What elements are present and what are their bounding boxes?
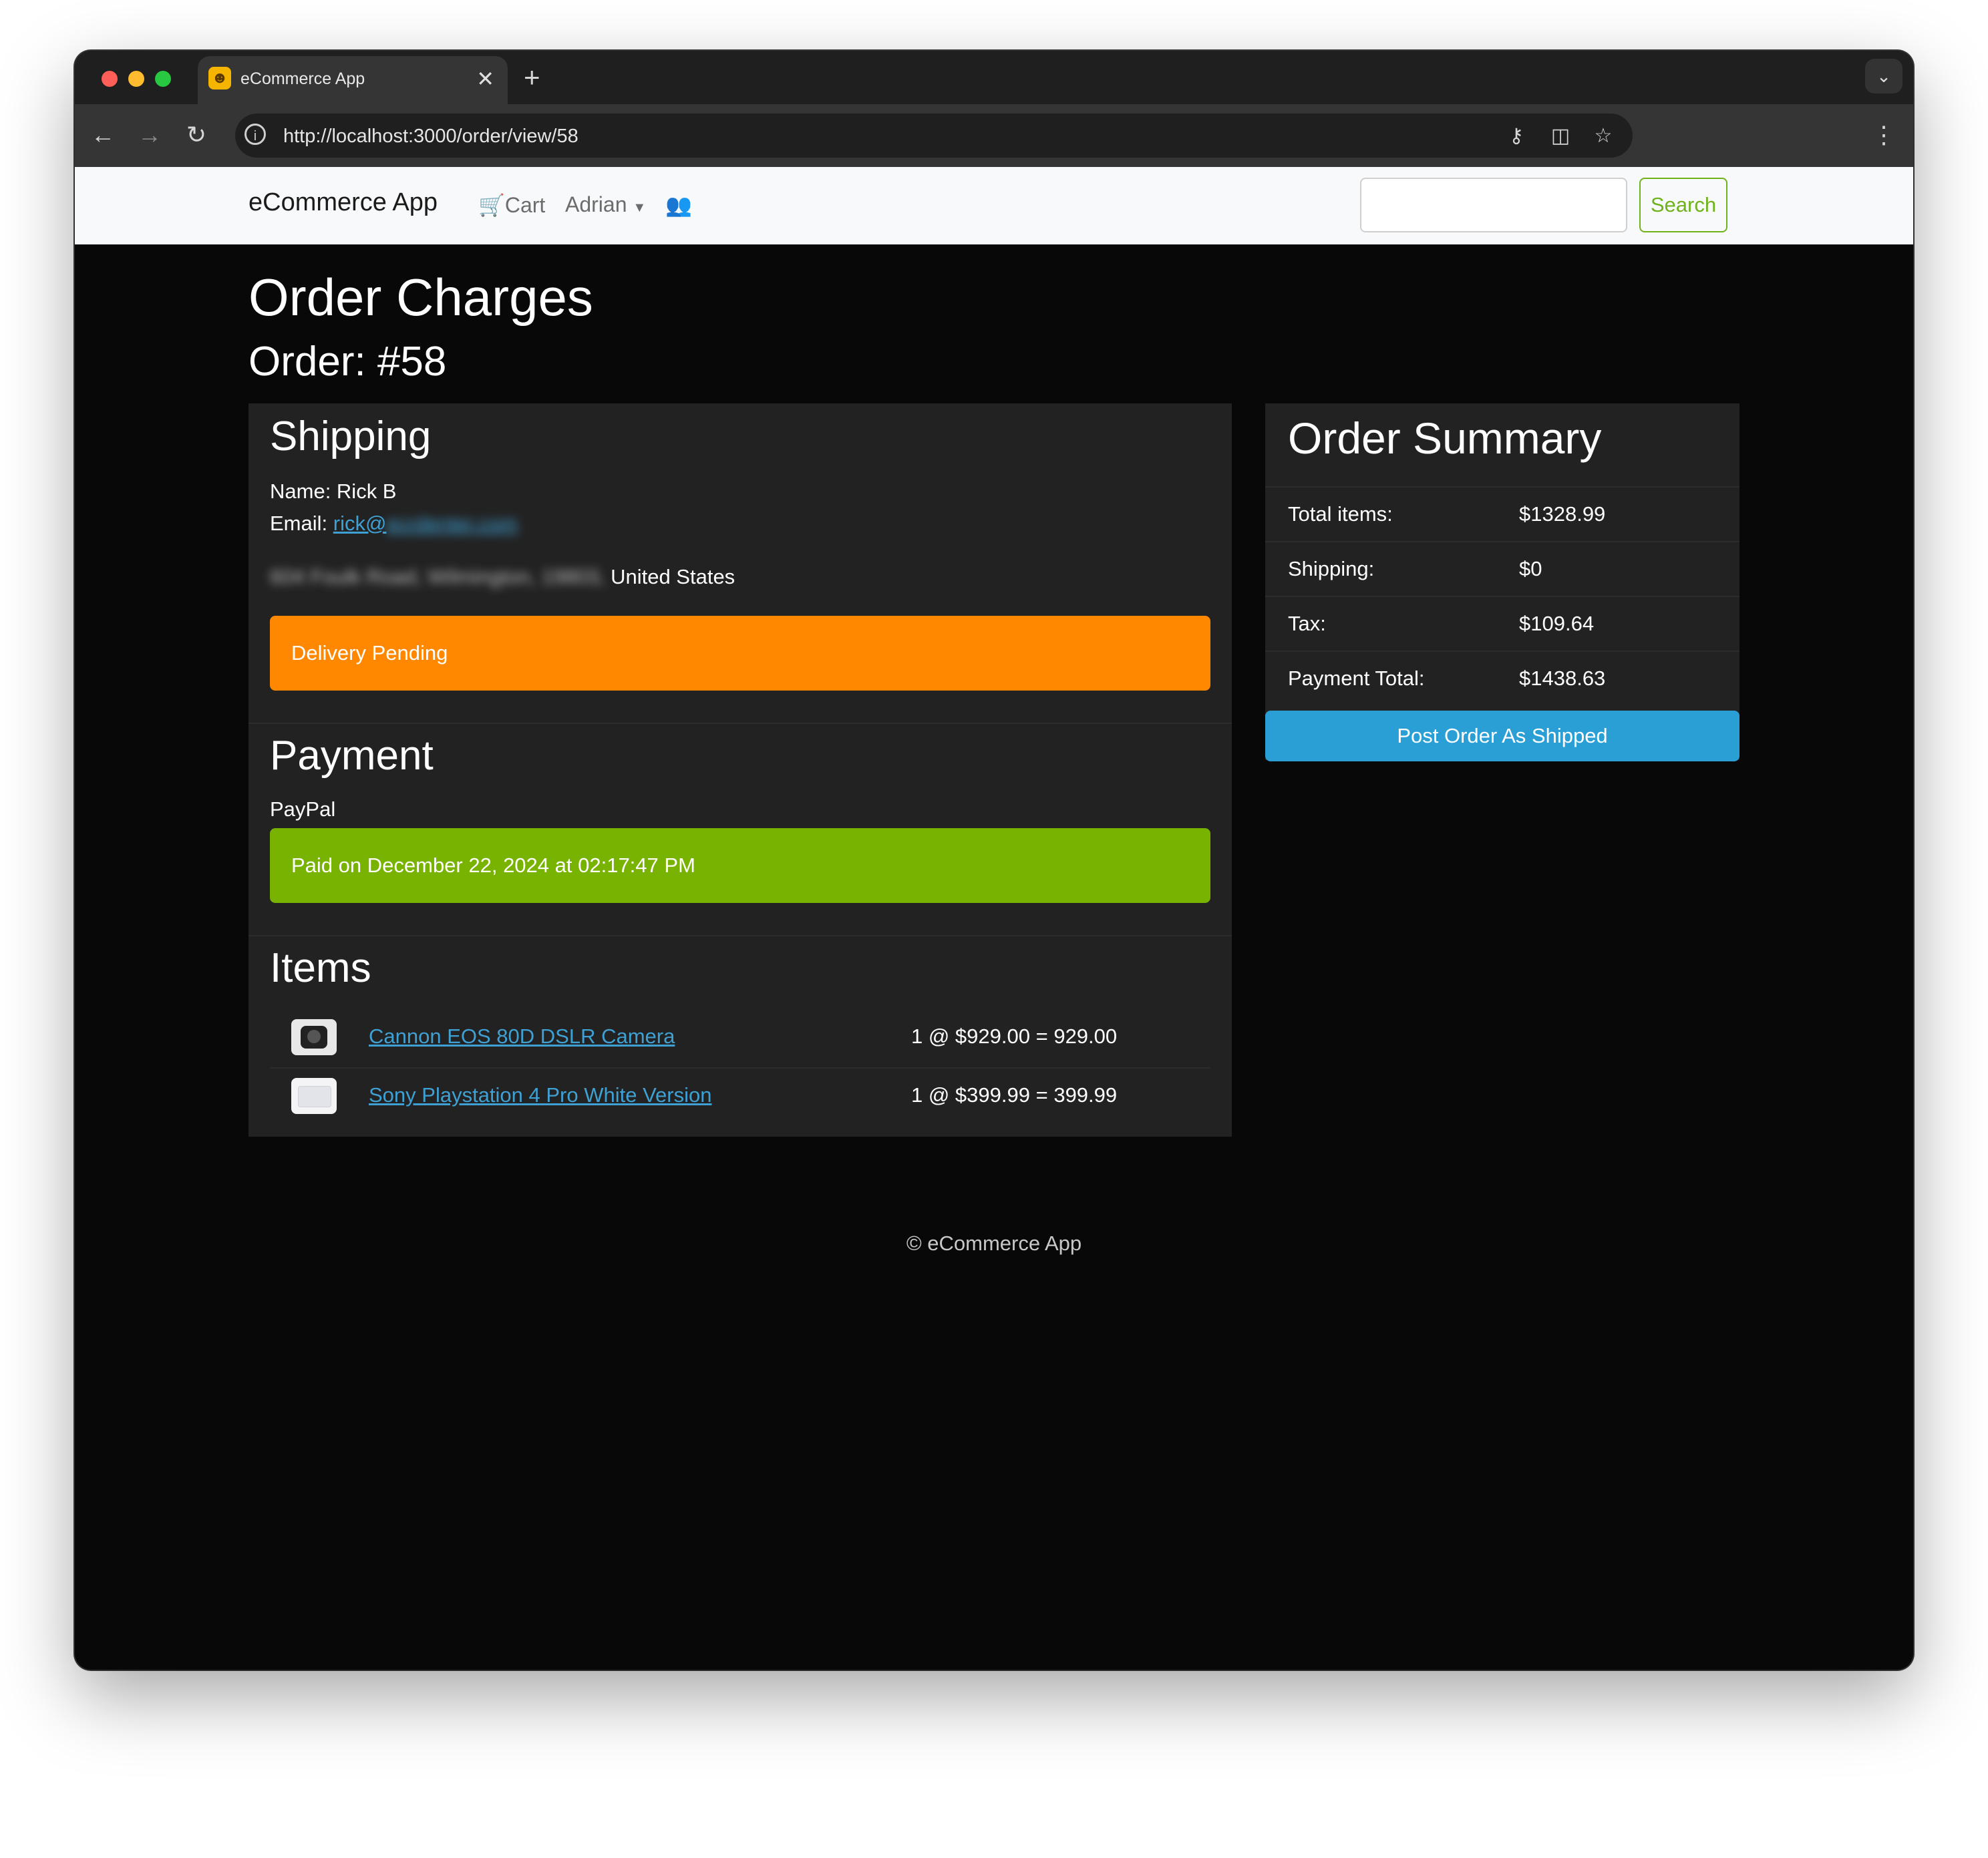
payment-status-alert: Paid on December 22, 2024 at 02:17:47 PM — [270, 828, 1210, 903]
summary-label: Total items: — [1288, 502, 1393, 526]
playstation-thumbnail — [291, 1078, 337, 1114]
browser-window: ☻ eCommerce App ✕ + ⌄ ← → ↻ i http://loc… — [75, 51, 1913, 1670]
caret-down-icon: ▼ — [633, 200, 647, 215]
cat-favicon-icon: ☻ — [208, 67, 231, 89]
minimize-window-button[interactable] — [128, 71, 144, 87]
shipping-section: Shipping Name: Rick B Email: rick@ecrden… — [248, 403, 1232, 724]
site-info-icon[interactable]: i — [244, 124, 266, 145]
address-bar[interactable]: i http://localhost:3000/order/view/58 ⚷ … — [235, 114, 1633, 158]
delivery-status-alert: Delivery Pending — [270, 616, 1210, 691]
brand-link[interactable]: eCommerce App — [248, 188, 438, 217]
summary-value: $1438.63 — [1519, 667, 1606, 690]
order-summary-card: Order Summary Total items: $1328.99 Ship… — [1265, 403, 1740, 761]
item-row: Cannon EOS 80D DSLR Camera 1 @ $929.00 =… — [270, 1008, 1210, 1069]
order-number: Order: #58 — [248, 339, 447, 385]
tab-title: eCommerce App — [240, 69, 365, 88]
close-tab-icon[interactable]: ✕ — [476, 65, 494, 92]
shipping-heading: Shipping — [270, 413, 432, 459]
email-visible: rick@ — [333, 512, 387, 535]
install-app-icon[interactable]: ◫ — [1546, 122, 1575, 151]
cart-icon: 🛒 — [478, 193, 505, 217]
zoom-window-button[interactable] — [155, 71, 171, 87]
users-admin-icon[interactable]: 👥 — [665, 192, 692, 218]
summary-value: $0 — [1519, 557, 1542, 580]
summary-value: $109.64 — [1519, 612, 1595, 635]
summary-row: Payment Total: $1438.63 — [1265, 651, 1740, 707]
payment-heading: Payment — [270, 733, 434, 779]
url-text[interactable]: http://localhost:3000/order/view/58 — [283, 126, 578, 148]
order-summary-heading: Order Summary — [1288, 413, 1602, 463]
item-row: Sony Playstation 4 Pro White Version 1 @… — [270, 1067, 1210, 1126]
summary-label: Shipping: — [1288, 557, 1375, 580]
items-section: Items Cannon EOS 80D DSLR Camera 1 @ $92… — [248, 935, 1232, 1137]
email-label: Email: — [270, 512, 328, 535]
item-calculation: 1 @ $399.99 = 399.99 — [911, 1083, 1118, 1107]
shipping-name: Name: Rick B — [270, 480, 397, 503]
order-details-card: Shipping Name: Rick B Email: rick@ecrden… — [248, 403, 1232, 1137]
email-link[interactable]: rick@ecrdenter.com — [333, 512, 518, 535]
browser-menu-icon[interactable]: ⋮ — [1872, 119, 1896, 151]
bookmark-star-icon[interactable]: ☆ — [1589, 122, 1618, 151]
cart-label: Cart — [504, 193, 546, 217]
search-button[interactable]: Search — [1639, 178, 1727, 232]
cart-link[interactable]: 🛒Cart — [478, 192, 545, 218]
footer-copyright: © eCommerce App — [906, 1232, 1082, 1255]
shipping-address: 604 Foulk Road, Wilmington, 19803, Unite… — [270, 565, 735, 589]
tab-search-chevron-icon[interactable]: ⌄ — [1865, 59, 1902, 94]
summary-row: Tax: $109.64 — [1265, 596, 1740, 652]
user-label: Adrian — [565, 192, 627, 216]
browser-toolbar: ← → ↻ i http://localhost:3000/order/view… — [75, 104, 1913, 167]
email-redacted: ecrdenter.com — [386, 512, 518, 535]
items-heading: Items — [270, 945, 371, 991]
payment-method: PayPal — [270, 797, 336, 821]
forward-arrow-icon[interactable]: → — [134, 119, 166, 151]
item-link[interactable]: Cannon EOS 80D DSLR Camera — [369, 1025, 675, 1049]
address-redacted: 604 Foulk Road, Wilmington, 19803, — [270, 565, 605, 588]
tab-strip: ☻ eCommerce App ✕ + ⌄ — [75, 51, 1913, 104]
summary-value: $1328.99 — [1519, 502, 1606, 526]
new-tab-icon[interactable]: + — [524, 61, 540, 94]
reload-icon[interactable]: ↻ — [180, 119, 212, 151]
page-title: Order Charges — [248, 268, 593, 327]
password-key-icon[interactable]: ⚷ — [1502, 122, 1531, 151]
close-window-button[interactable] — [102, 71, 118, 87]
summary-row: Shipping: $0 — [1265, 541, 1740, 597]
post-order-shipped-button[interactable]: Post Order As Shipped — [1265, 711, 1740, 761]
user-dropdown[interactable]: Adrian ▼ — [565, 192, 646, 217]
shipping-email: Email: rick@ecrdenter.com — [270, 512, 518, 536]
summary-label: Tax: — [1288, 612, 1326, 635]
back-arrow-icon[interactable]: ← — [87, 119, 119, 151]
address-country: United States — [611, 565, 735, 588]
payment-section: Payment PayPal Paid on December 22, 2024… — [248, 723, 1232, 936]
search-input[interactable] — [1360, 178, 1627, 232]
summary-row: Total items: $1328.99 — [1265, 486, 1740, 542]
browser-tab[interactable]: ☻ eCommerce App ✕ — [198, 56, 508, 104]
summary-label: Payment Total: — [1288, 667, 1425, 690]
item-calculation: 1 @ $929.00 = 929.00 — [911, 1025, 1118, 1048]
camera-thumbnail — [291, 1019, 337, 1055]
app-navbar: eCommerce App 🛒Cart Adrian ▼ 👥 Search — [75, 167, 1913, 244]
item-link[interactable]: Sony Playstation 4 Pro White Version — [369, 1083, 711, 1107]
